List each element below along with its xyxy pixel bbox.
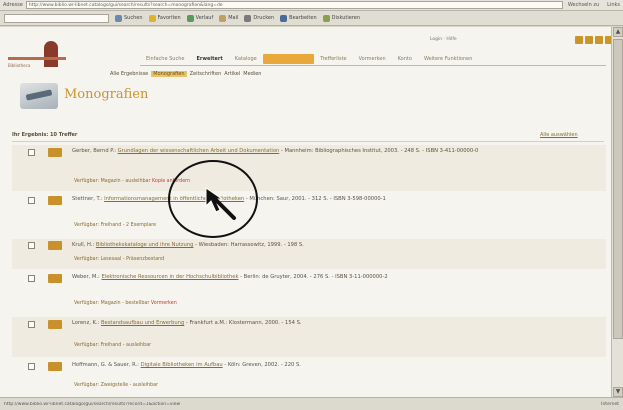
record-citation: Hoffmann, G. & Sauer, R.: Digitale Bibli… (72, 362, 301, 368)
page-header-icon (20, 83, 58, 109)
links-label[interactable]: Links (604, 2, 620, 8)
subnav-articles[interactable]: Artikel (224, 71, 240, 77)
favorites-button[interactable]: Favoriten (148, 14, 181, 22)
address-input[interactable]: http://www.biblio.wr-libnet.catalogo/gui… (25, 1, 563, 9)
print-button[interactable]: Drucken (244, 14, 274, 22)
record-citation: Stettner, T.: Informationsmanagement in … (72, 196, 386, 202)
history-button[interactable]: Verlauf (186, 14, 213, 22)
subnav-media[interactable]: Medien (243, 71, 261, 77)
contact-icon[interactable] (595, 36, 603, 44)
status-url: http://www.biblio.wr-libnet.catalogo/gui… (4, 401, 181, 407)
record-citation: Lorenz, K.: Bestandsaufbau und Erwerbung… (72, 320, 302, 326)
top-icons (575, 36, 611, 44)
book-type-icon (48, 241, 62, 250)
record-title-link[interactable]: Elektronische Ressourcen in der Hochschu… (101, 274, 238, 280)
record-availability: Verfügbar: Zweigstelle - ausleihbar (74, 383, 158, 388)
main-nav: Einfache Suche Erweitert Kataloge Sucher… (140, 54, 478, 64)
home-icon[interactable] (575, 36, 583, 44)
record-availability: Verfügbar: Freihand - 2 Exemplare (74, 223, 157, 228)
record-title-link[interactable]: Digitale Bibliotheken im Aufbau (141, 362, 223, 368)
vertical-scrollbar[interactable]: ▲ ▼ (611, 27, 623, 397)
book-type-icon (48, 320, 62, 329)
subnav-journals[interactable]: Zeitschriften (190, 71, 222, 77)
record-title-link[interactable]: Bestandsaufbau und Erwerbung (101, 320, 184, 326)
results-divider (12, 141, 604, 142)
status-bar: http://www.biblio.wr-libnet.catalogo/gui… (0, 397, 623, 410)
result-record: Krull, H.: Bibliothekskataloge und ihre … (12, 239, 606, 269)
logo-text: Bibliotheca (8, 63, 31, 68)
select-all-link[interactable]: Alle auswählen (540, 132, 578, 138)
record-checkbox[interactable] (28, 149, 35, 156)
mouse-cursor-icon (205, 187, 236, 220)
print-icon (244, 14, 252, 22)
book-type-icon (48, 196, 62, 205)
mail-button[interactable]: Mail (219, 14, 238, 22)
record-availability: Verfügbar: Magazin - bestellbar Vormerke… (74, 301, 177, 306)
nav-catalogs[interactable]: Kataloge (229, 54, 263, 64)
record-title-link[interactable]: Bibliothekskataloge und ihre Nutzung (96, 242, 194, 248)
top-links[interactable]: Login · Hilfe (430, 37, 457, 42)
page-title: Monografien (64, 87, 149, 102)
logo-arch-icon (44, 41, 58, 67)
record-title-link[interactable]: Grundlagen der wissenschaftlichen Arbeit… (118, 148, 280, 154)
address-bar: Adresse http://www.biblio.wr-libnet.cata… (0, 0, 623, 11)
help-icon[interactable] (585, 36, 593, 44)
record-checkbox[interactable] (28, 363, 35, 370)
nav-results[interactable]: Suchergebnisse (262, 54, 315, 64)
record-action-link[interactable]: Vormerken (151, 301, 177, 306)
nav-account[interactable]: Konto (392, 54, 418, 64)
page-content: Bibliotheca Login · Hilfe Einfache Suche… (0, 27, 611, 397)
record-citation: Gerber, Bernd P.: Grundlagen der wissens… (72, 148, 479, 154)
scroll-up-icon[interactable]: ▲ (613, 27, 623, 37)
record-checkbox[interactable] (28, 242, 35, 249)
result-record: Gerber, Bernd P.: Grundlagen der wissens… (12, 145, 606, 191)
subnav-monographs[interactable]: Monografien (151, 71, 187, 77)
status-zone: Internet (601, 401, 619, 407)
record-availability: Verfügbar: Lesesaal - Präsenzbestand (74, 257, 165, 262)
history-icon (186, 14, 194, 22)
record-checkbox[interactable] (28, 197, 35, 204)
scroll-thumb[interactable] (613, 39, 623, 339)
result-record: Stettner, T.: Informationsmanagement in … (12, 193, 606, 237)
discuss-icon (322, 14, 330, 22)
search-button[interactable]: Suchen (115, 14, 143, 22)
record-checkbox[interactable] (28, 275, 35, 282)
nav-simple-search[interactable]: Einfache Suche (140, 54, 190, 64)
nav-more[interactable]: Weitere Funktionen (418, 54, 478, 64)
record-availability: Verfügbar: Freihand - ausleihbar (74, 343, 152, 348)
subnav-all[interactable]: Alle Ergebnisse (110, 71, 148, 77)
mail-icon (219, 14, 227, 22)
record-citation: Weber, M.: Elektronische Ressourcen in d… (72, 274, 388, 280)
results-heading: Ihr Ergebnis: 10 Treffer (12, 132, 78, 138)
browser-toolbar: Suchen Favoriten Verlauf Mail Drucken Be… (0, 11, 623, 26)
nav-advanced[interactable]: Erweitert (190, 54, 228, 64)
discuss-button[interactable]: Diskutieren (322, 14, 360, 22)
edit-icon (280, 14, 288, 22)
nav-reserve[interactable]: Vormerken (353, 54, 392, 64)
search-icon (115, 14, 122, 22)
book-type-icon (48, 148, 62, 157)
toolbar-combo[interactable] (4, 13, 109, 23)
result-record: Weber, M.: Elektronische Ressourcen in d… (12, 271, 606, 315)
edit-button[interactable]: Bearbeiten (280, 14, 317, 22)
address-label: Adresse (3, 2, 23, 8)
result-record: Hoffmann, G. & Sauer, R.: Digitale Bibli… (12, 359, 606, 397)
library-logo[interactable]: Bibliotheca (8, 39, 66, 75)
scroll-down-icon[interactable]: ▼ (613, 387, 623, 397)
book-type-icon (48, 362, 62, 371)
result-record: Lorenz, K.: Bestandsaufbau und Erwerbung… (12, 317, 606, 357)
record-citation: Krull, H.: Bibliothekskataloge und ihre … (72, 242, 304, 248)
record-checkbox[interactable] (28, 321, 35, 328)
nav-divider (140, 65, 606, 66)
star-icon (148, 14, 156, 22)
book-type-icon (48, 274, 62, 283)
go-button[interactable]: Wechseln zu (566, 2, 601, 8)
sub-nav: Alle Ergebnisse Monografien Zeitschrifte… (110, 71, 261, 77)
nav-hitlist[interactable]: Trefferliste (314, 54, 352, 64)
